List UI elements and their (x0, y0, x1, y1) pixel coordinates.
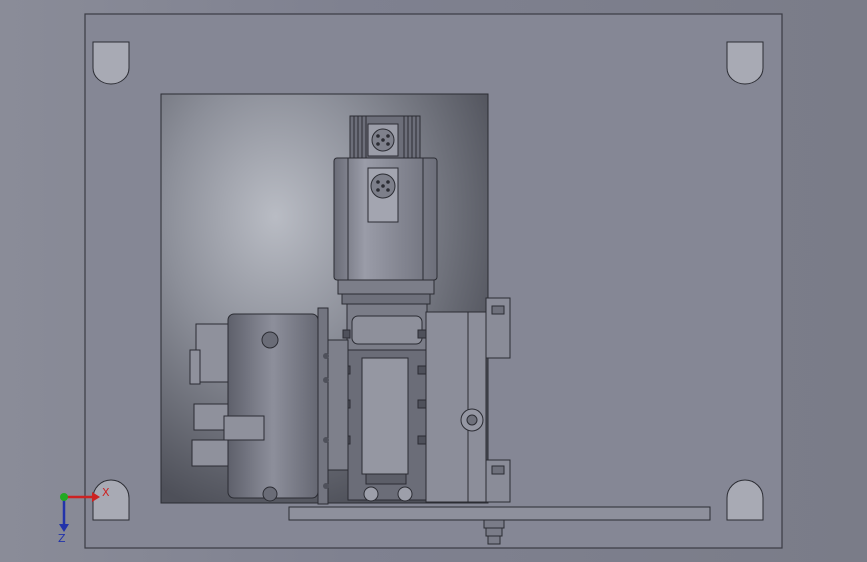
cad-viewport[interactable]: X Z (0, 0, 867, 562)
gearbox[interactable] (342, 303, 428, 502)
y-axis-dot (60, 493, 68, 501)
x-axis-label: X (102, 486, 110, 499)
bottom-rail[interactable] (288, 506, 711, 521)
z-axis-label: Z (58, 532, 66, 545)
model-view[interactable]: X Z (0, 0, 867, 562)
